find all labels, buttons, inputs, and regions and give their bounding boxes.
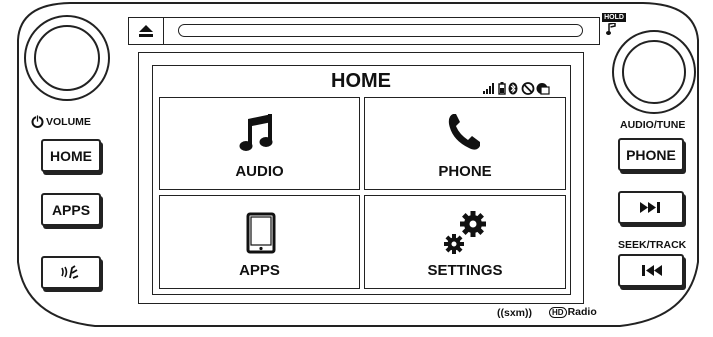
disc-slot	[178, 24, 583, 37]
volume-knob-inner	[34, 25, 100, 91]
apps-button[interactable]: APPS	[41, 193, 101, 226]
bluetooth-icon	[508, 82, 518, 95]
screen-title: HOME	[331, 70, 391, 92]
audio-tune-label: AUDIO/TUNE	[620, 119, 686, 131]
hold-badge: HOLD	[602, 13, 626, 22]
hd-radio-label: Radio	[567, 306, 597, 318]
home-button-label: HOME	[50, 147, 92, 164]
seek-track-label: SEEK/TRACK	[618, 239, 687, 251]
gears-icon	[444, 211, 486, 254]
audio-tune-knob-inner	[622, 40, 686, 104]
battery-icon	[498, 82, 506, 95]
power-icon	[31, 115, 44, 128]
hold-badge-label: HOLD	[604, 14, 624, 21]
volume-label: VOLUME	[46, 115, 91, 128]
eject-icon	[139, 25, 153, 37]
voice-command-button[interactable]	[41, 256, 101, 289]
status-bar-icons	[483, 82, 550, 95]
phone-button[interactable]: PHONE	[618, 138, 684, 171]
sxm-logo: ((sxm))	[497, 307, 533, 319]
hd-letters: HD	[549, 306, 567, 318]
hd-radio-logo: HD Radio	[549, 306, 597, 318]
mute-icon	[521, 82, 535, 95]
phone-button-label: PHONE	[626, 146, 676, 163]
signal-bars-icon	[483, 83, 494, 94]
eject-button[interactable]	[128, 17, 164, 45]
phone-tile[interactable]: PHONE	[364, 97, 566, 190]
seek-prev-button[interactable]	[618, 254, 684, 287]
apps-button-label: APPS	[51, 201, 91, 218]
home-button[interactable]: HOME	[41, 139, 101, 172]
previous-track-icon	[642, 265, 662, 276]
audio-tile[interactable]: AUDIO	[159, 97, 360, 190]
settings-tile-label: SETTINGS	[427, 262, 503, 279]
music-note-hold-icon	[606, 23, 616, 35]
phone-handset-icon	[448, 114, 480, 150]
apps-tile[interactable]: APPS	[159, 195, 360, 289]
music-note-icon	[239, 114, 273, 151]
phone-tile-label: PHONE	[438, 163, 492, 180]
audio-tile-label: AUDIO	[235, 163, 284, 180]
volume-label-group: VOLUME	[31, 115, 91, 128]
tablet-icon	[246, 212, 276, 254]
seek-next-button[interactable]	[618, 191, 684, 224]
next-track-icon	[640, 202, 660, 213]
settings-tile[interactable]: SETTINGS	[364, 195, 566, 289]
voice-talk-icon	[61, 264, 79, 279]
apps-tile-label: APPS	[239, 262, 280, 279]
media-icon	[536, 83, 550, 95]
